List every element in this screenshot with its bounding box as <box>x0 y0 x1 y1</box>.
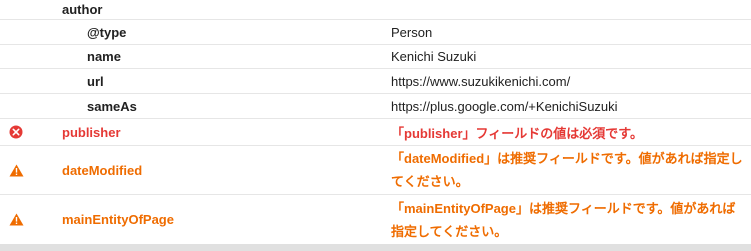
key-name: name <box>87 49 121 64</box>
warning-icon <box>9 146 24 194</box>
key-datemodified: dateModified <box>62 162 143 178</box>
key-mainentityofpage: mainEntityOfPage <box>62 212 174 227</box>
row-name: name Kenichi Suzuki <box>0 45 751 69</box>
value-name: Kenichi Suzuki <box>391 49 477 64</box>
key-author: author <box>62 2 103 17</box>
message-publisher: 「publisher」フィールドの値は必須です。 <box>391 125 643 141</box>
value-url: https://www.suzukikenichi.com/ <box>391 73 571 89</box>
row-author: author <box>0 0 751 20</box>
value-type: Person <box>391 24 433 40</box>
structured-data-panel: author @type Person name Kenichi Suzuki … <box>0 0 751 251</box>
message-mainentityofpage: 「mainEntityOfPage」は推奨フィールドです。値があれば指定してくだ… <box>391 200 736 239</box>
key-type: @type <box>87 24 127 40</box>
row-datemodified[interactable]: dateModified 「dateModified」は推奨フィールドです。値が… <box>0 146 751 195</box>
value-sameas: https://plus.google.com/+KenichiSuzuki <box>391 98 618 114</box>
row-url: url https://www.suzukikenichi.com/ <box>0 69 751 94</box>
key-sameas: sameAs <box>87 98 137 114</box>
scrollbar-track[interactable] <box>0 244 751 251</box>
error-icon <box>9 119 23 145</box>
key-publisher: publisher <box>62 124 121 140</box>
row-sameas: sameAs https://plus.google.com/+KenichiS… <box>0 94 751 119</box>
row-mainentityofpage[interactable]: mainEntityOfPage 「mainEntityOfPage」は推奨フィ… <box>0 195 751 244</box>
key-url: url <box>87 73 104 89</box>
row-type: @type Person <box>0 20 751 45</box>
message-datemodified: 「dateModified」は推奨フィールドです。値があれば指定してください。 <box>391 151 743 189</box>
row-publisher[interactable]: publisher 「publisher」フィールドの値は必須です。 <box>0 119 751 146</box>
warning-icon <box>9 195 24 244</box>
